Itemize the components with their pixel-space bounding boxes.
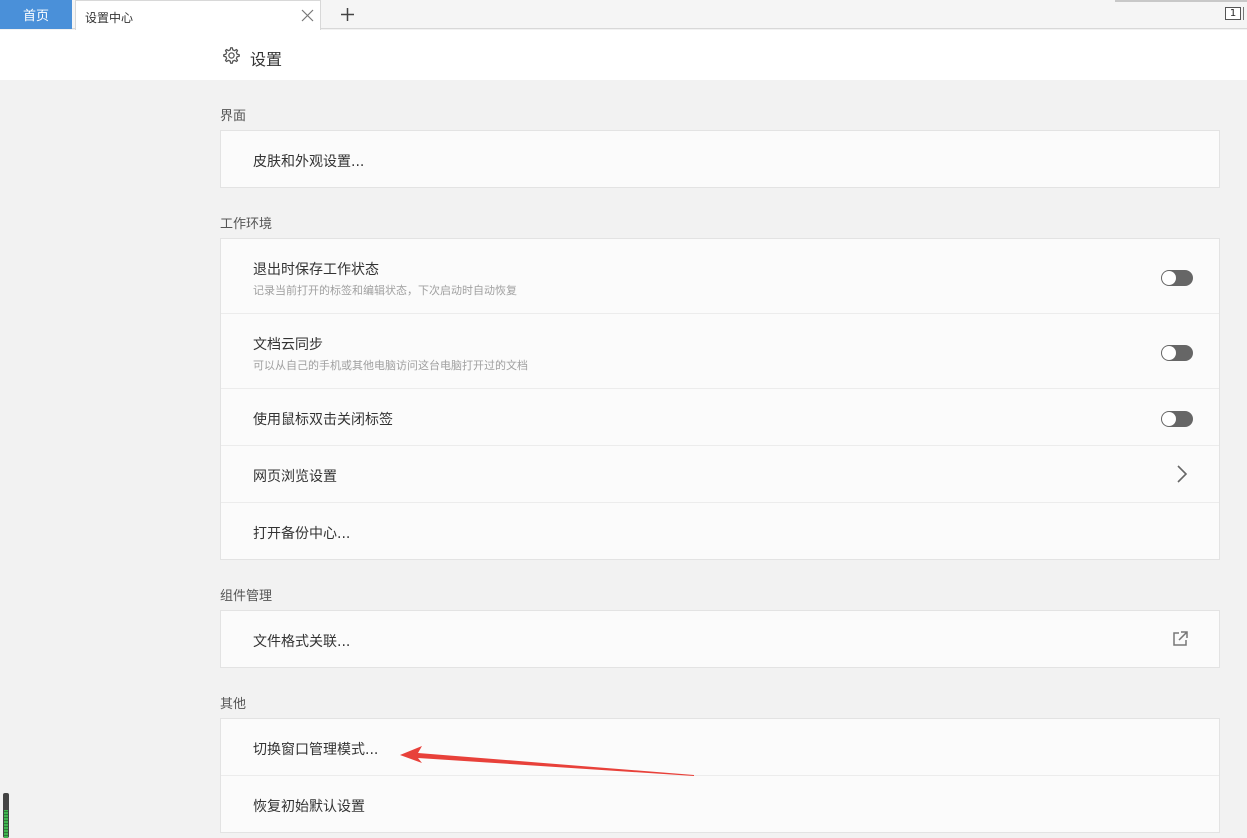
page-title: 设置 [250,46,282,70]
card-components: 文件格式关联... [220,610,1220,668]
setting-web-browsing[interactable]: 网页浏览设置 [221,446,1219,503]
plus-icon[interactable] [340,7,355,22]
window-count-button[interactable]: 1 [1225,7,1241,20]
setting-label: 文件格式关联... [253,631,350,651]
level-meter-fill [4,810,8,838]
setting-label: 打开备份中心... [253,523,350,543]
level-meter [3,793,9,838]
tab-bar: 首页 设置中心 1 [0,0,1247,29]
setting-doc-cloud-sync: 文档云同步 可以从自己的手机或其他电脑访问这台电脑打开过的文档 [221,314,1219,389]
setting-open-backup-center[interactable]: 打开备份中心... [221,503,1219,559]
setting-skin-appearance[interactable]: 皮肤和外观设置... [221,131,1219,187]
section-label-interface: 界面 [220,105,246,124]
setting-label: 退出时保存工作状态 [253,259,379,279]
doc-cloud-sync-toggle[interactable] [1161,345,1193,361]
save-work-state-toggle[interactable] [1161,270,1193,286]
tab-settings-center[interactable]: 设置中心 [75,0,321,30]
setting-restore-defaults[interactable]: 恢复初始默认设置 [221,776,1219,832]
card-other: 切换窗口管理模式... 恢复初始默认设置 [220,718,1220,833]
close-icon[interactable] [301,9,314,22]
setting-label: 文档云同步 [253,334,323,354]
window-edge [1243,7,1247,20]
setting-description: 可以从自己的手机或其他电脑访问这台电脑打开过的文档 [253,357,528,373]
page-header: 设置 [0,30,1247,80]
setting-description: 记录当前打开的标签和编辑状态，下次启动时自动恢复 [253,282,517,298]
tab-home[interactable]: 首页 [0,0,72,29]
setting-label: 切换窗口管理模式... [253,739,378,759]
section-label-components: 组件管理 [220,585,272,604]
double-click-close-tab-toggle[interactable] [1161,411,1193,427]
chevron-right-icon [1175,464,1189,484]
setting-double-click-close-tab: 使用鼠标双击关闭标签 [221,389,1219,446]
tab-home-label: 首页 [23,5,49,24]
setting-label: 网页浏览设置 [253,466,337,486]
section-label-workspace: 工作环境 [220,213,272,232]
gear-icon [222,46,241,65]
setting-label: 使用鼠标双击关闭标签 [253,409,393,429]
section-label-other: 其他 [220,693,246,712]
window-shadow [1115,0,1247,2]
annotation-arrow-icon [398,745,698,780]
card-interface: 皮肤和外观设置... [220,130,1220,188]
setting-label: 皮肤和外观设置... [253,151,364,171]
setting-label: 恢复初始默认设置 [253,796,365,816]
tab-settings-center-label: 设置中心 [85,9,133,26]
external-link-icon [1171,630,1189,648]
window-count: 1 [1230,8,1236,19]
setting-file-association[interactable]: 文件格式关联... [221,611,1219,667]
setting-switch-window-mode[interactable]: 切换窗口管理模式... [221,719,1219,776]
card-workspace: 退出时保存工作状态 记录当前打开的标签和编辑状态，下次启动时自动恢复 文档云同步… [220,238,1220,560]
setting-save-work-state: 退出时保存工作状态 记录当前打开的标签和编辑状态，下次启动时自动恢复 [221,239,1219,314]
